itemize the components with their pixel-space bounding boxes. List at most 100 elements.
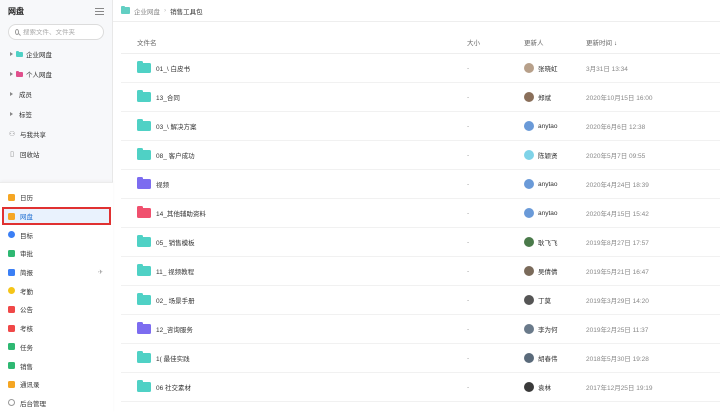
updated-time: 2020年4月15日 15:42: [586, 211, 649, 218]
file-name[interactable]: 14_其他辅助资料: [156, 208, 206, 218]
file-name-cell: 06 社交素材: [121, 380, 467, 392]
tree-item-label: 标签: [19, 112, 32, 119]
column-header-size[interactable]: 大小: [467, 37, 524, 47]
file-name-cell: 01_\ 白皮书: [121, 61, 467, 73]
expand-caret-icon[interactable]: [10, 72, 13, 76]
table-row[interactable]: 06 社交素材 - 袁林 2017年12月25日 19:19: [121, 373, 720, 402]
file-name-cell: 12_咨询服务: [121, 322, 467, 334]
breadcrumb: 企业网盘 › 销售工具包: [113, 0, 720, 22]
nav-item-sales[interactable]: 销售: [0, 356, 113, 375]
nav-item-report[interactable]: 简报 ✈: [0, 263, 113, 282]
file-name[interactable]: 13_合同: [156, 92, 180, 102]
sort-desc-icon[interactable]: ↓: [614, 41, 617, 47]
file-name[interactable]: 01_\ 白皮书: [156, 63, 190, 73]
nav-item-contacts[interactable]: 通讯录: [0, 375, 113, 394]
updater-cell: 陈颖贤: [524, 150, 586, 160]
avatar: [524, 324, 534, 334]
updated-time: 2019年5月21日 16:47: [586, 269, 649, 276]
nav-item-admin[interactable]: 后台管理: [0, 394, 113, 412]
tree-item-members[interactable]: 成员: [0, 84, 112, 104]
file-name[interactable]: 12_咨询服务: [156, 324, 193, 334]
file-name[interactable]: 05_ 销售模板: [156, 237, 195, 247]
table-row[interactable]: 1( 最佳实践 - 胡春伟 2018年5月30日 19:28: [121, 344, 720, 373]
nav-item-assessment[interactable]: 考核: [0, 319, 113, 338]
column-header-name[interactable]: 文件名: [121, 37, 467, 47]
tree-item-tags[interactable]: 标签: [0, 104, 112, 124]
breadcrumb-separator: ›: [164, 7, 167, 14]
tree-item-shared-with-me[interactable]: ⚇ 与我共享: [0, 124, 112, 144]
file-size: -: [467, 209, 470, 217]
updater-cell: 耿飞飞: [524, 237, 586, 247]
contacts-icon: [8, 380, 15, 388]
expand-caret-icon[interactable]: [10, 52, 13, 56]
nav-item-label: 后台管理: [20, 400, 46, 408]
table-row[interactable]: 12_咨询服务 - 李为何 2019年2月25日 11:37: [121, 315, 720, 344]
breadcrumb-root[interactable]: 企业网盘: [134, 6, 160, 16]
updated-time: 2020年6月6日 12:38: [586, 124, 646, 131]
search-box[interactable]: [8, 24, 104, 40]
expand-caret-icon[interactable]: [10, 112, 13, 116]
tree-item-label: 个人网盘: [26, 72, 52, 79]
nav-item-cloud-drive[interactable]: 网盘: [2, 206, 111, 226]
pin-icon[interactable]: ✈: [98, 269, 103, 276]
nav-item-task[interactable]: 任务: [0, 338, 113, 357]
table-row[interactable]: 08_ 客户成功 - 陈颖贤 2020年5月7日 09:55: [121, 141, 720, 170]
admin-icon: [8, 399, 15, 407]
table-row[interactable]: 14_其他辅助资料 - anytao 2020年4月15日 15:42: [121, 199, 720, 228]
file-name[interactable]: 06 社交素材: [156, 382, 191, 392]
file-name[interactable]: 02_ 场景手册: [156, 295, 195, 305]
file-name[interactable]: 视频: [156, 179, 169, 189]
updater-name: 耿飞飞: [538, 240, 558, 247]
table-row[interactable]: 03_\ 解决方案 - anytao 2020年6月6日 12:38: [121, 112, 720, 141]
file-size: -: [467, 296, 470, 304]
nav-item-announcement[interactable]: 公告: [0, 300, 113, 319]
table-row[interactable]: 11_ 视频教程 - 吴倩倩 2019年5月21日 16:47: [121, 257, 720, 286]
avatar: [524, 121, 534, 131]
avatar: [524, 295, 534, 305]
file-size: -: [467, 122, 470, 130]
file-size: -: [467, 354, 470, 362]
nav-item-goals[interactable]: 目标: [0, 225, 113, 244]
table-row[interactable]: 02_ 场景手册 - 丁莫 2019年3月29日 14:20: [121, 286, 720, 315]
tree-item-enterprise-drive[interactable]: 企业网盘: [0, 44, 112, 64]
file-name[interactable]: 1( 最佳实践: [156, 353, 190, 363]
collapse-sidebar-icon[interactable]: [95, 7, 104, 15]
updater-cell: 吴倩倩: [524, 266, 586, 276]
column-header-updater[interactable]: 更新人: [524, 37, 586, 47]
file-size: -: [467, 93, 470, 101]
folder-icon: [137, 235, 151, 247]
share-icon: ⚇: [8, 130, 16, 138]
nav-item-attendance[interactable]: 考勤: [0, 281, 113, 300]
nav-item-approval[interactable]: 审批: [0, 244, 113, 263]
avatar: [524, 208, 534, 218]
table-row[interactable]: 视频 - anytao 2020年4月24日 18:39: [121, 170, 720, 199]
file-name[interactable]: 03_\ 解决方案: [156, 121, 196, 131]
expand-caret-icon[interactable]: [10, 92, 13, 96]
column-header-updated-time[interactable]: 更新时间 ↓: [586, 37, 720, 47]
file-name-cell: 05_ 销售模板: [121, 235, 467, 247]
cloud-drive-icon: [8, 212, 15, 220]
assessment-icon: [8, 324, 15, 332]
tree-item-label: 成员: [19, 92, 32, 99]
updater-cell: 郑斌: [524, 92, 586, 102]
tree-item-personal-drive[interactable]: 个人网盘: [0, 64, 112, 84]
file-name-cell: 14_其他辅助资料: [121, 206, 467, 218]
tree-item-recycle-bin[interactable]: ▯ 回收站: [0, 144, 112, 164]
avatar: [524, 353, 534, 363]
announcement-icon: [8, 305, 15, 313]
search-input[interactable]: [23, 28, 103, 36]
file-name-cell: 08_ 客户成功: [121, 148, 467, 160]
folder-icon: [137, 380, 151, 392]
updater-name: anytao: [538, 209, 558, 217]
file-name[interactable]: 08_ 客户成功: [156, 150, 195, 160]
updater-name: anytao: [538, 122, 558, 130]
table-row[interactable]: 01_\ 白皮书 - 张晓虹 3月31日 13:34: [121, 54, 720, 83]
updater-cell: anytao: [524, 121, 586, 131]
file-size: -: [467, 64, 470, 72]
table-row[interactable]: 05_ 销售模板 - 耿飞飞 2019年8月27日 17:57: [121, 228, 720, 257]
folder-icon: [121, 5, 130, 14]
file-name[interactable]: 11_ 视频教程: [156, 266, 194, 276]
updated-time: 2018年5月30日 19:28: [586, 356, 649, 363]
table-row[interactable]: 13_合同 - 郑斌 2020年10月15日 16:00: [121, 83, 720, 112]
nav-item-calendar[interactable]: 日历: [0, 188, 113, 207]
